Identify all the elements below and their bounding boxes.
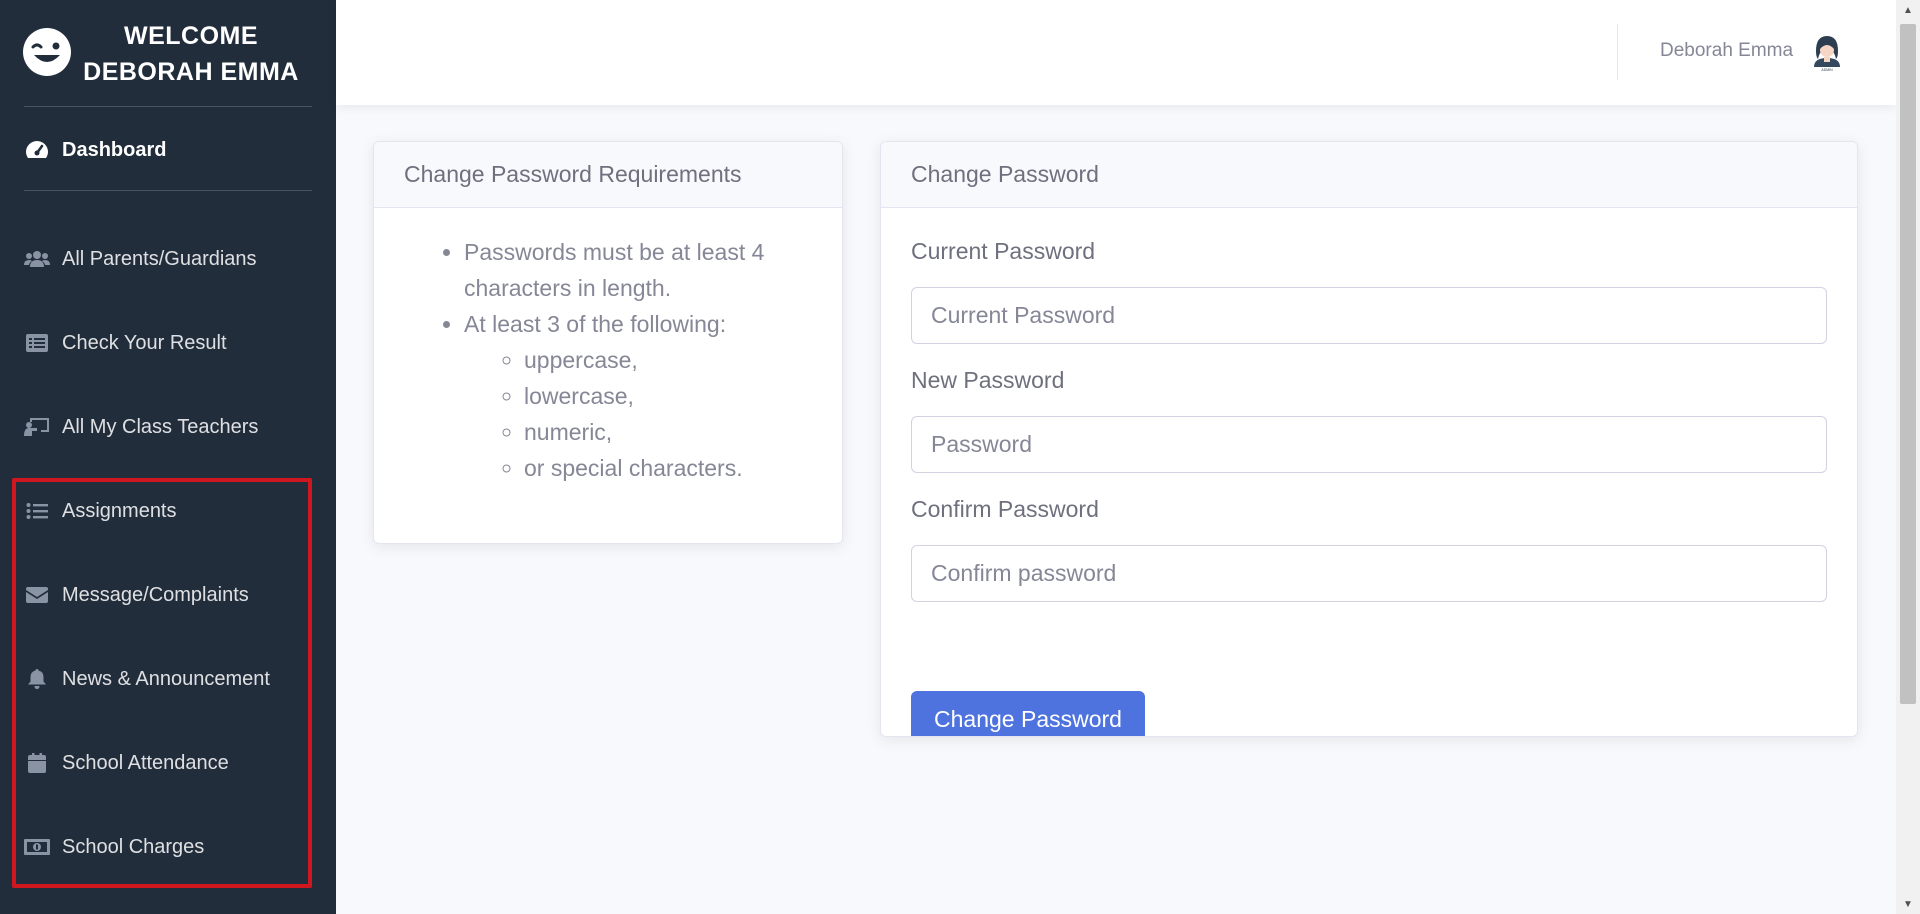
calendar-icon [24, 752, 50, 774]
list-alt-icon [24, 332, 50, 354]
scroll-up-arrow-icon[interactable]: ▲ [1896, 0, 1920, 20]
confirm-password-input[interactable] [911, 545, 1827, 602]
requirements-body: Passwords must be at least 4 characters … [374, 208, 842, 506]
users-icon [24, 248, 50, 270]
sidebar-item-messages[interactable]: Message/Complaints [0, 567, 336, 623]
change-password-button[interactable]: Change Password [911, 691, 1145, 736]
sidebar-item-label: School Attendance [62, 751, 229, 774]
sidebar-item-check-result[interactable]: Check Your Result [0, 315, 336, 371]
bell-icon [24, 668, 50, 690]
sidebar-item-label: All Parents/Guardians [62, 247, 257, 270]
user-name[interactable]: Deborah Emma [1660, 40, 1793, 62]
svg-text:ADMIN: ADMIN [1821, 68, 1833, 72]
wink-face-icon [23, 28, 71, 76]
list-ul-icon [24, 500, 50, 522]
requirements-sublist: uppercase, lowercase, numeric, or specia… [464, 342, 822, 486]
requirement-subitem: lowercase, [524, 378, 822, 414]
current-password-label: Current Password [911, 238, 1096, 264]
sidebar-brand[interactable]: WELCOME DEBORAH EMMA [0, 0, 336, 106]
change-password-card: Change Password Current Password New Pas… [880, 141, 1858, 737]
topbar: Deborah Emma ADMIN [336, 0, 1896, 105]
sidebar-item-label: News & Announcement [62, 667, 270, 690]
change-password-card-title: Change Password [881, 142, 1857, 208]
confirm-password-label: Confirm Password [911, 496, 1099, 522]
brand-welcome-text: WELCOME DEBORAH EMMA [83, 22, 299, 86]
sidebar-divider [24, 106, 312, 107]
requirement-item-text: At least 3 of the following: [464, 311, 727, 337]
scroll-thumb[interactable] [1900, 24, 1916, 704]
current-password-input[interactable] [911, 287, 1827, 344]
requirement-subitem: or special characters. [524, 450, 822, 486]
requirements-card-title: Change Password Requirements [374, 142, 842, 208]
sidebar-item-attendance[interactable]: School Attendance [0, 735, 336, 791]
sidebar-item-charges[interactable]: School Charges [0, 819, 336, 875]
sidebar-item-parents[interactable]: All Parents/Guardians [0, 231, 336, 287]
sidebar-item-label: All My Class Teachers [62, 415, 259, 438]
new-password-input[interactable] [911, 416, 1827, 473]
sidebar-item-label: Dashboard [62, 138, 167, 161]
admin-avatar-icon[interactable]: ADMIN [1808, 31, 1846, 73]
sidebar-item-dashboard[interactable]: Dashboard [0, 122, 336, 178]
page-scrollbar[interactable]: ▲ ▼ [1896, 0, 1920, 914]
requirement-item: At least 3 of the following: uppercase, … [464, 306, 822, 486]
sidebar-item-assignments[interactable]: Assignments [0, 483, 336, 539]
requirement-item: Passwords must be at least 4 characters … [464, 234, 822, 306]
sidebar-item-label: School Charges [62, 835, 205, 858]
requirements-list: Passwords must be at least 4 characters … [428, 234, 822, 486]
sidebar-item-label: Assignments [62, 499, 177, 522]
scroll-down-arrow-icon[interactable]: ▼ [1896, 894, 1920, 914]
sidebar-item-label: Check Your Result [62, 331, 227, 354]
requirements-card: Change Password Requirements Passwords m… [373, 141, 843, 544]
tachometer-icon [24, 139, 50, 161]
sidebar: WELCOME DEBORAH EMMA Dashboard All Paren… [0, 0, 336, 914]
envelope-icon [24, 584, 50, 606]
topbar-divider [1617, 24, 1618, 80]
requirement-subitem: uppercase, [524, 342, 822, 378]
chalkboard-teacher-icon [24, 416, 50, 438]
sidebar-item-class-teachers[interactable]: All My Class Teachers [0, 399, 336, 455]
sidebar-item-news[interactable]: News & Announcement [0, 651, 336, 707]
sidebar-divider [24, 190, 312, 191]
requirement-subitem: numeric, [524, 414, 822, 450]
new-password-label: New Password [911, 367, 1065, 393]
money-bill-icon [24, 836, 50, 858]
sidebar-item-label: Message/Complaints [62, 583, 249, 606]
